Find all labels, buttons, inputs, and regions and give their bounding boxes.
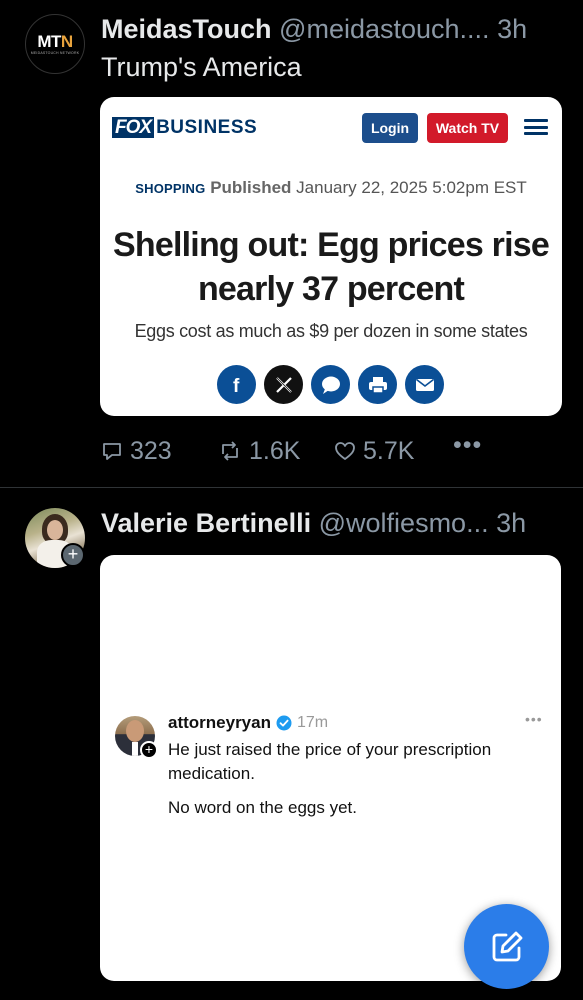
avatar-meidastouch[interactable]: MTN MEIDASTOUCH NETWORK bbox=[25, 14, 85, 74]
login-button[interactable]: Login bbox=[362, 113, 418, 143]
facebook-icon[interactable]: f bbox=[217, 365, 256, 404]
follow-plus-icon[interactable]: + bbox=[140, 741, 158, 759]
article-subheadline: Eggs cost as much as $9 per dozen in som… bbox=[134, 321, 528, 341]
retweet-button[interactable]: 1.6K bbox=[218, 436, 300, 466]
article-category[interactable]: SHOPPING bbox=[135, 181, 205, 196]
embedded-post-text: He just raised the price of your prescri… bbox=[168, 740, 492, 783]
heart-icon bbox=[335, 442, 355, 460]
compose-button[interactable] bbox=[464, 904, 549, 989]
article-meta: SHOPPING Published January 22, 2025 5:02… bbox=[100, 178, 562, 198]
email-icon[interactable] bbox=[405, 365, 444, 404]
reply-button[interactable]: 323 bbox=[101, 436, 172, 466]
fox-business-logo[interactable]: FOX BUSINESS bbox=[112, 117, 257, 139]
print-icon[interactable] bbox=[358, 365, 397, 404]
display-name[interactable]: Valerie Bertinelli bbox=[101, 508, 311, 538]
reply-count: 323 bbox=[130, 436, 172, 465]
embedded-more-icon[interactable]: ••• bbox=[525, 711, 543, 727]
timestamp: 3h bbox=[497, 14, 528, 44]
embedded-post-header: attorneyryan 17m bbox=[168, 713, 328, 733]
published-date: January 22, 2025 5:02pm EST bbox=[296, 178, 527, 197]
comment-icon[interactable] bbox=[311, 365, 350, 404]
avatar-logo-text: MTN bbox=[37, 32, 73, 51]
like-button[interactable]: 5.7K bbox=[334, 436, 414, 466]
tweet-text: Trump's America bbox=[101, 52, 302, 82]
compose-icon bbox=[492, 931, 522, 961]
like-count: 5.7K bbox=[363, 436, 415, 465]
x-icon[interactable] bbox=[264, 365, 303, 404]
handle[interactable]: @wolfiesmo... bbox=[319, 508, 489, 538]
embedded-post-text-2: No word on the eggs yet. bbox=[168, 798, 358, 817]
link-preview-card[interactable]: FOX BUSINESS Login Watch TV SHOPPING Publ… bbox=[100, 97, 562, 416]
follow-plus-icon[interactable]: + bbox=[61, 543, 85, 567]
embedded-username[interactable]: attorneyryan bbox=[168, 713, 271, 733]
avatar-logo-subtext: MEIDASTOUCH NETWORK bbox=[30, 51, 80, 55]
article-headline: Shelling out: Egg prices rise nearly 37 … bbox=[113, 226, 550, 308]
display-name[interactable]: MeidasTouch bbox=[101, 14, 272, 44]
tweet-header: Valerie Bertinelli @wolfiesmo... 3h bbox=[101, 508, 526, 539]
tweet-header: MeidasTouch @meidastouch.... 3h bbox=[101, 14, 527, 45]
verified-badge-icon bbox=[276, 715, 292, 731]
reply-icon bbox=[103, 443, 121, 460]
more-options-icon[interactable]: ••• bbox=[453, 430, 482, 460]
published-label: Published bbox=[210, 178, 292, 197]
embedded-timestamp: 17m bbox=[296, 714, 329, 731]
handle[interactable]: @meidastouch.... bbox=[279, 14, 490, 44]
svg-text:f: f bbox=[233, 376, 240, 395]
watch-tv-button[interactable]: Watch TV bbox=[427, 113, 508, 143]
retweet-icon bbox=[222, 441, 238, 461]
menu-icon[interactable] bbox=[524, 119, 548, 135]
retweet-count: 1.6K bbox=[249, 436, 301, 465]
share-buttons: f bbox=[217, 365, 444, 404]
timestamp: 3h bbox=[496, 508, 527, 538]
